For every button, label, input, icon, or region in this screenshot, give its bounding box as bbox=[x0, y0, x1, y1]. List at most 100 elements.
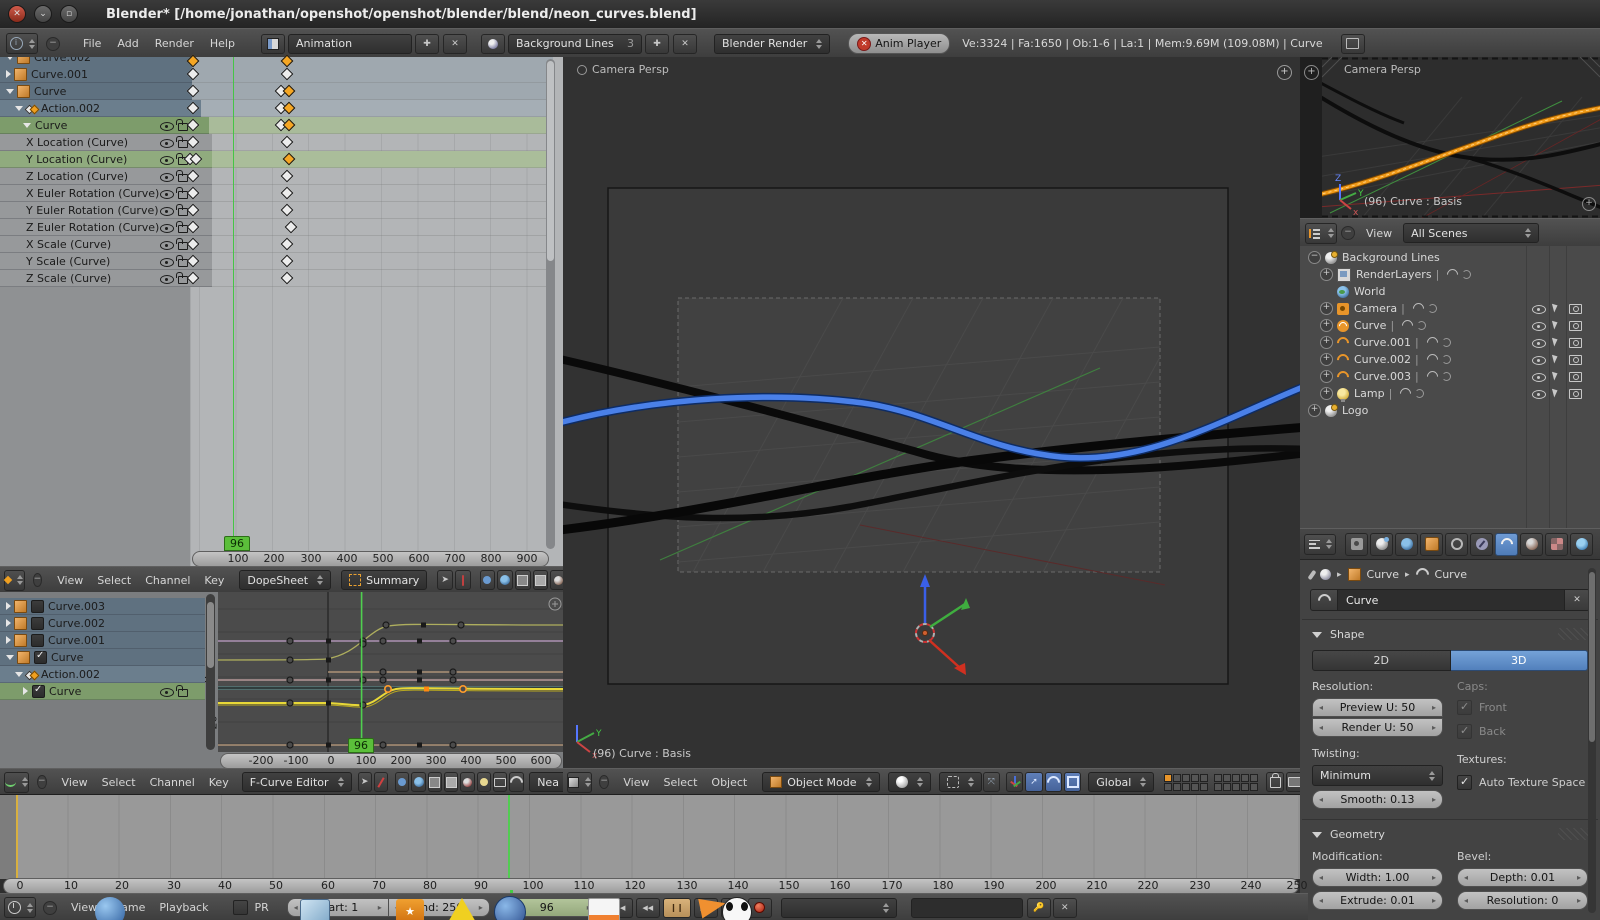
keyframe-diamond[interactable] bbox=[281, 187, 294, 200]
menu-view[interactable]: View bbox=[1359, 227, 1399, 240]
keying-set-field[interactable] bbox=[911, 898, 1023, 918]
add-screen-button[interactable]: ✚ bbox=[415, 34, 439, 54]
outliner-item-label[interactable]: Curve.002 bbox=[1354, 353, 1411, 366]
region-plus-icon[interactable]: + bbox=[1582, 197, 1596, 211]
fcurve-vscrollbar[interactable] bbox=[206, 594, 215, 750]
breadcrumb-data[interactable]: Curve bbox=[1435, 568, 1467, 581]
editor-type-selector[interactable]: i bbox=[6, 33, 38, 54]
dock-icon-package[interactable] bbox=[300, 899, 330, 920]
outliner-display-select[interactable]: All Scenes bbox=[1403, 223, 1539, 243]
material-sphere-icon[interactable] bbox=[460, 772, 474, 792]
scene-browse-button[interactable] bbox=[481, 34, 505, 54]
pivot-select[interactable] bbox=[939, 772, 982, 792]
expander-icon[interactable]: + bbox=[1320, 387, 1333, 400]
geometry-panel-header[interactable]: Geometry bbox=[1312, 828, 1588, 841]
menu-channel[interactable]: Channel bbox=[143, 776, 202, 789]
editor-type-selector[interactable] bbox=[4, 570, 25, 591]
expander-icon[interactable] bbox=[6, 619, 11, 627]
properties-tab[interactable] bbox=[1570, 533, 1593, 556]
menu-view[interactable]: View bbox=[616, 776, 656, 789]
keyframe-diamond[interactable] bbox=[281, 238, 294, 251]
menu-playback[interactable]: Playback bbox=[152, 901, 215, 914]
bevel-depth-slider[interactable]: ◂Depth: 0.01▸ bbox=[1457, 868, 1588, 887]
window-duplicate-icon[interactable] bbox=[1341, 34, 1365, 54]
dopesheet-mode-select[interactable]: DopeSheet bbox=[239, 570, 331, 590]
dopesheet-vscrollbar[interactable] bbox=[546, 59, 555, 549]
expander-icon[interactable] bbox=[6, 602, 11, 610]
menu-file[interactable]: File bbox=[76, 37, 108, 50]
collapse-menus-icon[interactable]: − bbox=[43, 901, 57, 915]
outliner-row[interactable]: + RenderLayers | bbox=[1300, 266, 1600, 283]
renderability-camera-icon[interactable] bbox=[1569, 338, 1582, 348]
keyframe-diamond[interactable] bbox=[187, 204, 200, 217]
snap-icon[interactable] bbox=[395, 772, 409, 792]
properties-vscrollbar[interactable] bbox=[1588, 568, 1596, 913]
selectability-cursor-icon[interactable] bbox=[1552, 303, 1559, 313]
fcurve-channel-row[interactable]: Curve bbox=[0, 683, 205, 700]
keyframe-diamond[interactable] bbox=[187, 55, 200, 68]
fcurve-scrubber[interactable]: -200-1000100200300400500600 bbox=[220, 753, 562, 769]
keyframe-diamond[interactable] bbox=[283, 102, 296, 115]
shape-3d-button[interactable]: 3D bbox=[1451, 650, 1589, 671]
dock-icon-sphere[interactable] bbox=[95, 897, 125, 920]
keyframe-diamond[interactable] bbox=[187, 85, 200, 98]
render-engine-select[interactable]: Blender Render bbox=[714, 34, 830, 54]
snap-icon[interactable] bbox=[480, 570, 496, 590]
cursor-tool-icon[interactable]: ➤ bbox=[358, 772, 372, 792]
fcurve-channel-row[interactable]: Curve.001 bbox=[0, 632, 205, 649]
width-slider[interactable]: ◂Width: 1.00▸ bbox=[1312, 868, 1443, 887]
region-plus-icon[interactable]: + bbox=[1304, 65, 1319, 80]
renderability-camera-icon[interactable] bbox=[1569, 355, 1582, 365]
properties-tab[interactable] bbox=[1520, 533, 1543, 556]
auto-texture-checkbox[interactable] bbox=[1457, 775, 1472, 790]
renderability-camera-icon[interactable] bbox=[1569, 321, 1582, 331]
outliner-row[interactable]: + Logo | bbox=[1300, 402, 1600, 419]
fcurve-channel-row[interactable]: Action.002 bbox=[0, 666, 205, 683]
channel-checkbox[interactable] bbox=[31, 600, 44, 613]
menu-select[interactable]: Select bbox=[95, 776, 143, 789]
expander-icon[interactable] bbox=[15, 672, 23, 677]
fill-back-row[interactable]: Back bbox=[1457, 724, 1588, 739]
delete-screen-button[interactable]: ✕ bbox=[443, 34, 467, 54]
expander-icon[interactable]: + bbox=[1320, 370, 1333, 383]
menu-select[interactable]: Select bbox=[90, 574, 138, 587]
keyframe-diamond[interactable] bbox=[187, 238, 200, 251]
menu-select[interactable]: Select bbox=[656, 776, 704, 789]
fcurve-channel-row[interactable]: Curve.003 bbox=[0, 598, 205, 615]
keyframe-diamond[interactable] bbox=[187, 187, 200, 200]
collapse-menus-icon[interactable]: − bbox=[1341, 226, 1355, 240]
expander-icon[interactable] bbox=[23, 687, 28, 695]
outliner-row[interactable]: + Curve.002 | bbox=[1300, 351, 1600, 368]
scene-field[interactable]: Background Lines 3 bbox=[508, 34, 642, 54]
copy-keyframes-icon[interactable] bbox=[515, 570, 531, 590]
outliner-row[interactable]: + Curve | bbox=[1300, 317, 1600, 334]
properties-tab[interactable] bbox=[1495, 533, 1518, 556]
expander-icon[interactable]: − bbox=[1308, 251, 1321, 264]
outliner-item-label[interactable]: Curve.003 bbox=[1354, 370, 1411, 383]
outliner-item-label[interactable]: RenderLayers bbox=[1356, 268, 1432, 281]
preview-range-checkbox[interactable] bbox=[233, 900, 248, 915]
pivot-axis-icon[interactable] bbox=[374, 772, 388, 792]
properties-tab[interactable] bbox=[1545, 533, 1568, 556]
screen-layout-field[interactable]: Animation bbox=[288, 34, 412, 54]
paste-keyframes-icon[interactable] bbox=[533, 570, 549, 590]
window-close-button[interactable]: ✕ bbox=[8, 5, 26, 23]
viewport-mini[interactable]: Z Y x Camera Persp (96) Curve : Basis + bbox=[1322, 57, 1600, 219]
region-plus-icon[interactable]: + bbox=[1277, 65, 1292, 80]
editor-type-selector[interactable] bbox=[1304, 534, 1336, 555]
render-u-slider[interactable]: ◂Render U: 50▸ bbox=[1312, 718, 1443, 737]
outliner-row[interactable]: World | bbox=[1300, 283, 1600, 300]
dopesheet-scrubber[interactable]: 100200300400500600700800900 bbox=[192, 551, 549, 567]
menu-view[interactable]: View bbox=[50, 574, 90, 587]
expander-icon[interactable] bbox=[6, 636, 11, 644]
properties-tab[interactable] bbox=[1420, 533, 1443, 556]
expander-icon[interactable]: + bbox=[1308, 404, 1321, 417]
delete-scene-button[interactable]: ✕ bbox=[673, 34, 697, 54]
keyframe-diamond[interactable] bbox=[281, 255, 294, 268]
unlink-datablock-button[interactable]: ✕ bbox=[1565, 589, 1590, 611]
keyframe-diamond[interactable] bbox=[281, 272, 294, 285]
selectability-cursor-icon[interactable] bbox=[1552, 388, 1559, 398]
manipulator-axes-icon[interactable] bbox=[1006, 772, 1023, 792]
manipulator-translate-icon[interactable]: ➚ bbox=[1025, 772, 1042, 792]
current-frame-line[interactable] bbox=[508, 795, 510, 879]
